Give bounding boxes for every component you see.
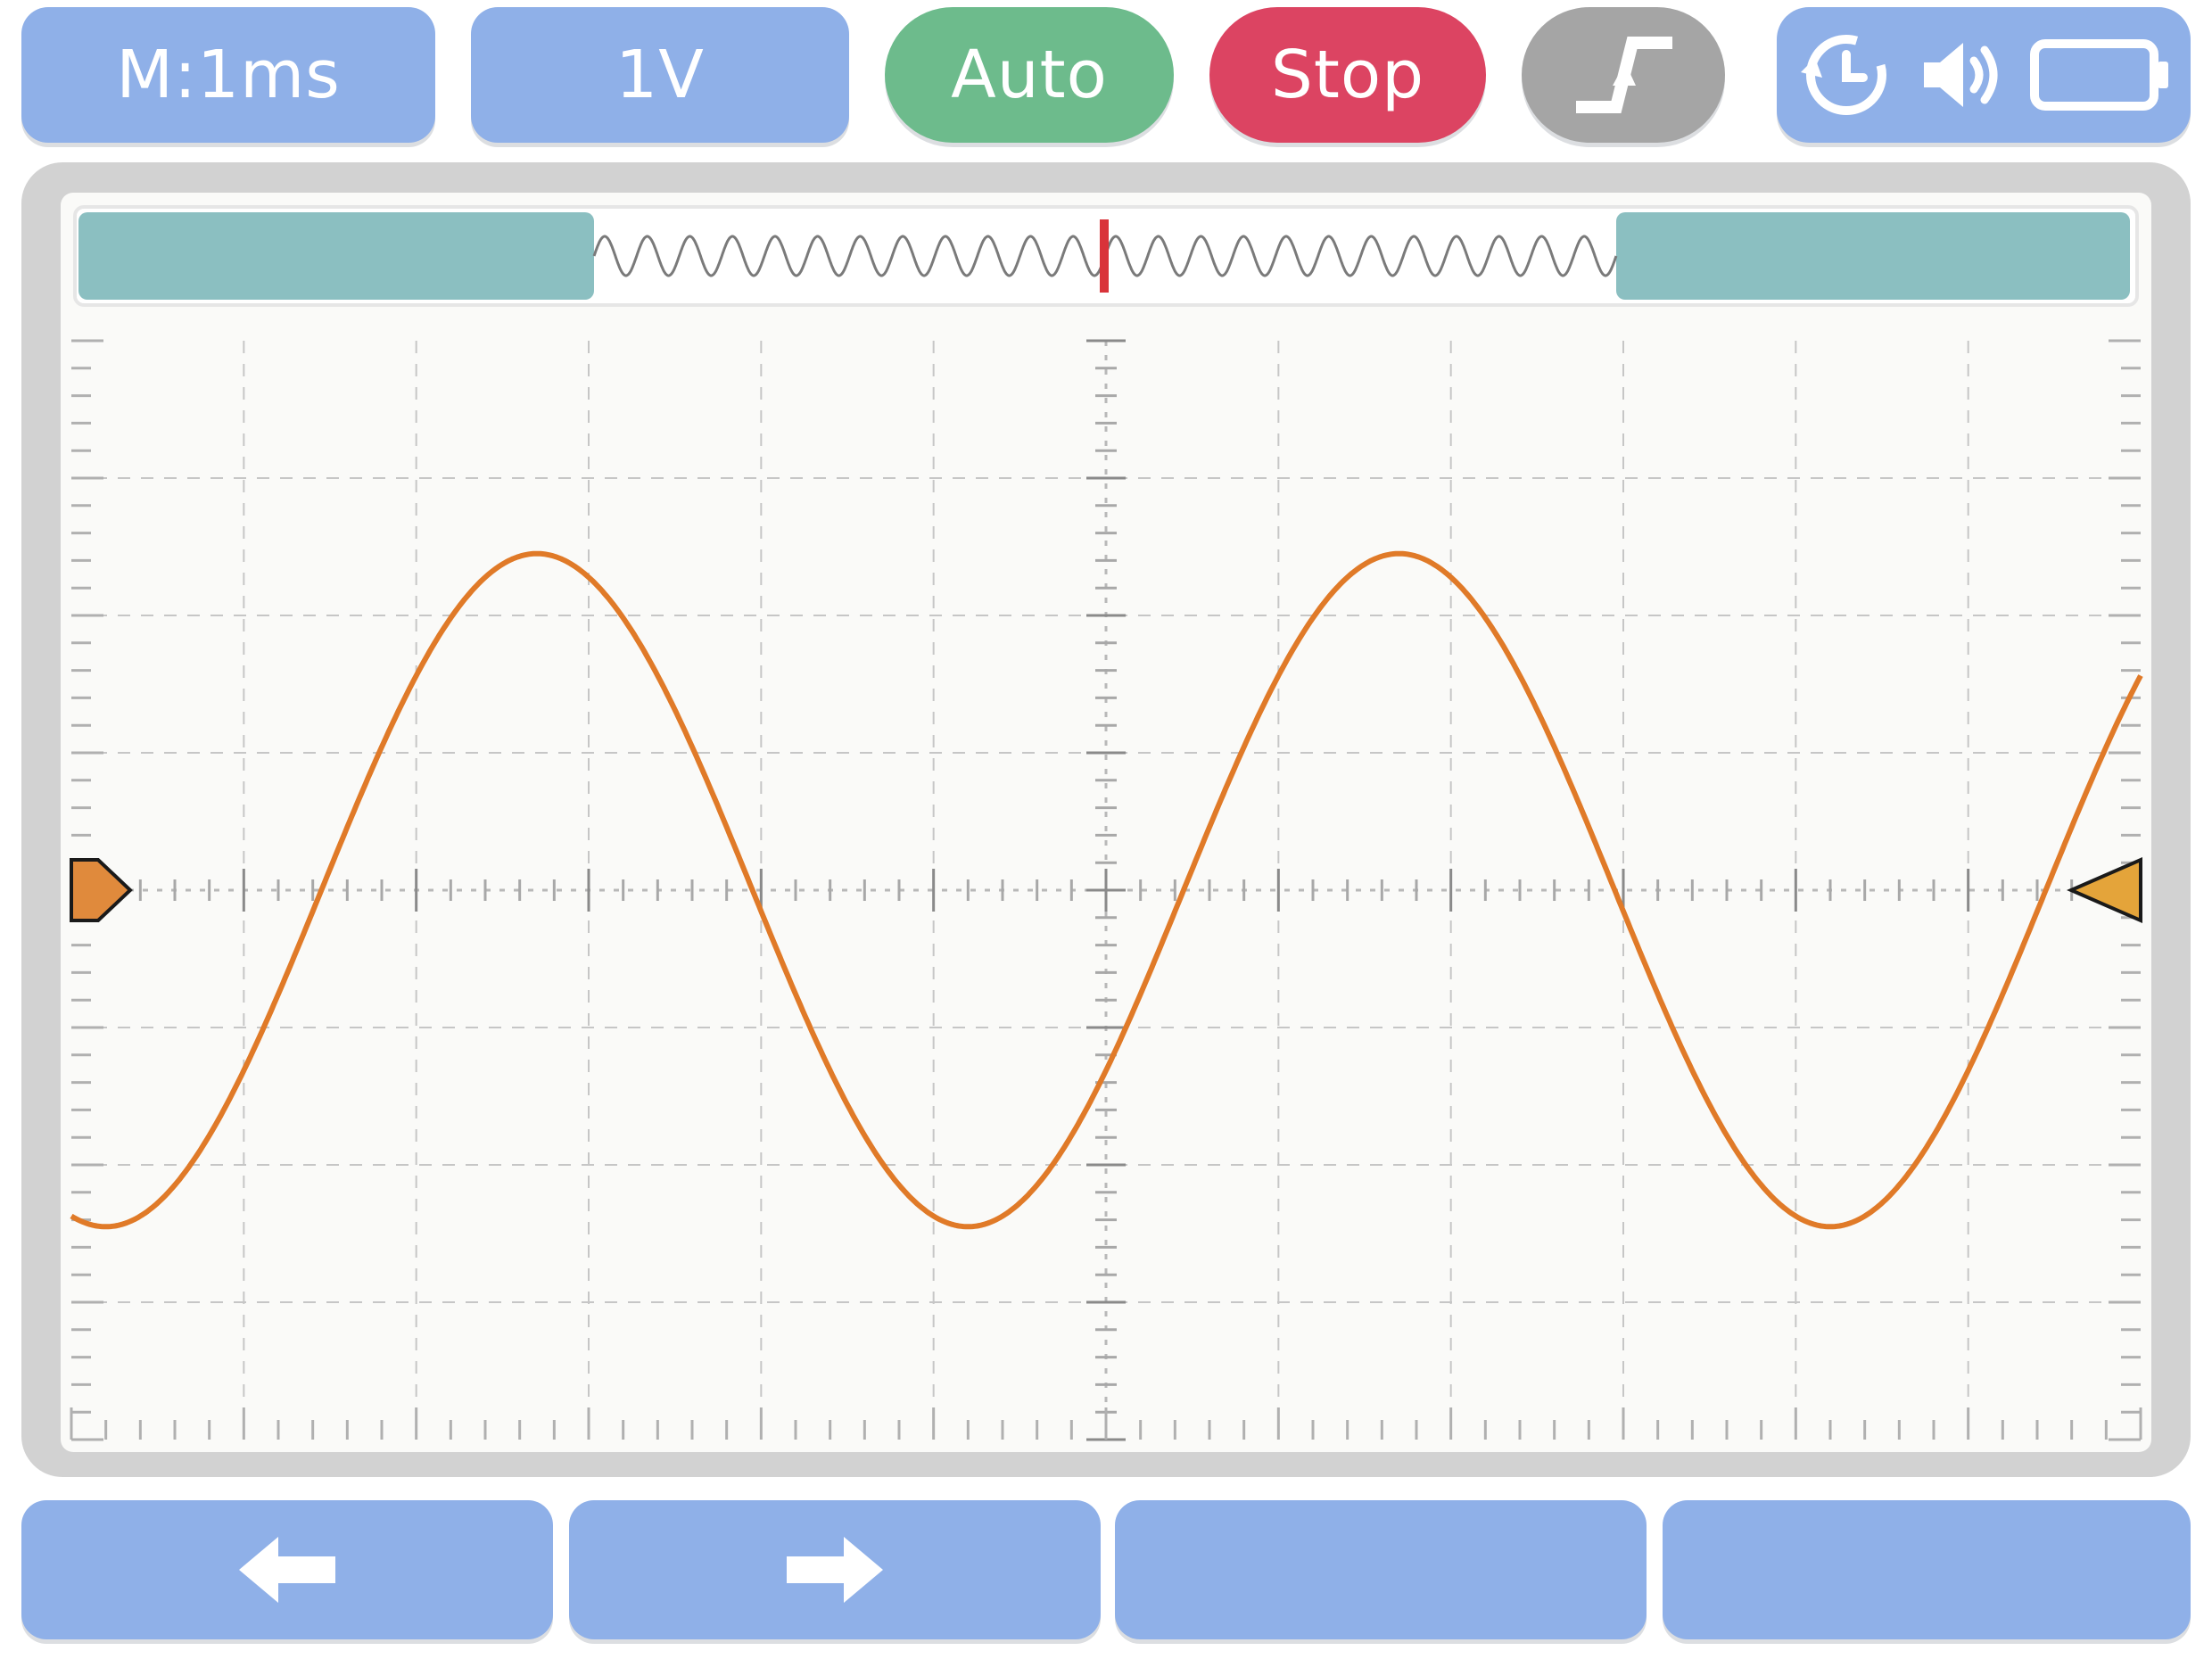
- speaker-icon[interactable]: [1917, 30, 2006, 120]
- scope-screen[interactable]: [61, 193, 2151, 1452]
- navigator-trigger-marker: [1100, 219, 1109, 293]
- navigator-right-window: [1616, 212, 2130, 300]
- trigger-mode-auto-button[interactable]: Auto: [885, 7, 1174, 143]
- trigger-edge-button[interactable]: [1522, 7, 1725, 143]
- rising-edge-icon: [1576, 37, 1672, 113]
- scope-frame: [21, 162, 2191, 1477]
- volts-per-div-button[interactable]: 1V: [471, 7, 849, 143]
- arrow-left-icon: [239, 1537, 335, 1603]
- softkey-4[interactable]: [1663, 1500, 2191, 1639]
- battery-icon: [2030, 39, 2168, 111]
- status-cluster[interactable]: [1777, 7, 2191, 143]
- history-clock-icon[interactable]: [1795, 26, 1894, 124]
- softkey-2-right-arrow[interactable]: [569, 1500, 1101, 1639]
- stop-label: Stop: [1270, 37, 1425, 113]
- timebase-label: M:1ms: [116, 37, 341, 113]
- waveform-navigator[interactable]: [73, 205, 2139, 307]
- timebase-button[interactable]: M:1ms: [21, 7, 435, 143]
- scope-grid: [70, 339, 2143, 1441]
- trigger-mode-label: Auto: [951, 37, 1108, 113]
- channel-level-marker: [70, 858, 133, 922]
- trigger-level-marker: [2066, 856, 2142, 924]
- navigator-left-window: [78, 212, 594, 300]
- volts-label: 1V: [615, 37, 705, 113]
- softkey-1-left-arrow[interactable]: [21, 1500, 553, 1639]
- stop-button[interactable]: Stop: [1209, 7, 1486, 143]
- arrow-right-icon: [787, 1537, 883, 1603]
- softkey-3[interactable]: [1115, 1500, 1647, 1639]
